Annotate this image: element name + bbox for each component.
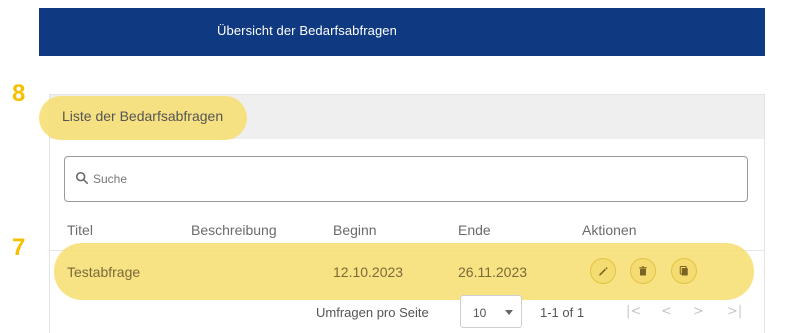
page-title: Übersicht der Bedarfsabfragen	[217, 23, 397, 38]
search-input[interactable]	[93, 169, 693, 189]
rows-per-page-value: 10	[473, 306, 487, 320]
app-header-bar	[39, 8, 765, 56]
column-header-beschreibung[interactable]: Beschreibung	[191, 222, 277, 238]
annotation-marker-header: 8	[12, 80, 26, 107]
search-field[interactable]	[64, 156, 748, 202]
search-icon	[75, 171, 89, 185]
rows-per-page-label: Umfragen pro Seite	[316, 305, 429, 320]
copy-button[interactable]	[671, 258, 697, 284]
cell-titel: Testabfrage	[67, 264, 141, 280]
copy-icon	[679, 265, 688, 276]
column-header-aktionen: Aktionen	[582, 222, 637, 238]
card-title: Liste der Bedarfsabfragen	[62, 108, 224, 124]
pencil-icon	[599, 267, 608, 276]
previous-page-icon[interactable]: <	[661, 304, 672, 319]
cell-ende: 26.11.2023	[458, 264, 528, 280]
column-header-beginn[interactable]: Beginn	[333, 222, 377, 238]
annotation-marker-row: 7	[12, 234, 26, 261]
delete-button[interactable]	[630, 258, 656, 284]
cell-beginn: 12.10.2023	[333, 264, 404, 280]
column-header-titel[interactable]: Titel	[67, 222, 93, 238]
trash-icon	[639, 266, 647, 276]
rows-per-page-select[interactable]: 10	[460, 295, 522, 328]
last-page-icon[interactable]: >|	[727, 304, 742, 319]
pagination-range: 1-1 of 1	[540, 305, 585, 320]
chevron-down-icon	[505, 310, 513, 315]
edit-button[interactable]	[590, 258, 616, 284]
first-page-icon[interactable]: |<	[626, 304, 641, 319]
next-page-icon[interactable]: >	[693, 304, 704, 319]
column-header-ende[interactable]: Ende	[458, 222, 491, 238]
